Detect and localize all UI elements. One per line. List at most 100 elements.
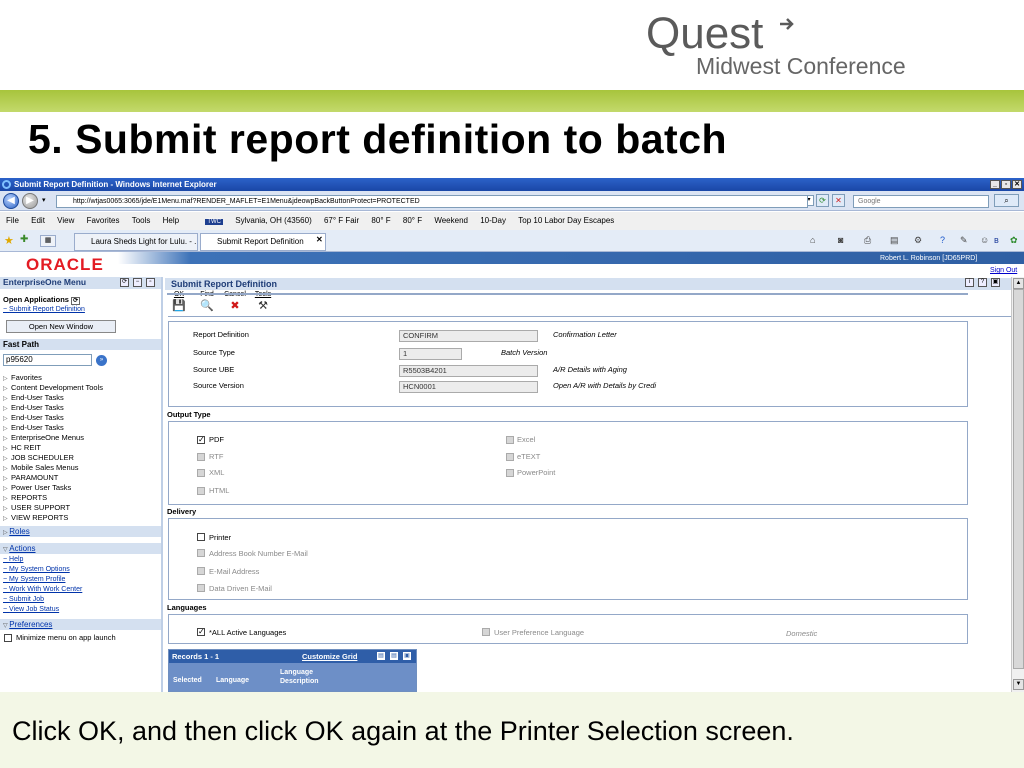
tree-item-paramount[interactable]: ▷ PARAMOUNT <box>3 473 58 482</box>
extension-icon[interactable]: ✿ <box>1010 235 1018 246</box>
grid-col-language-description[interactable]: Language Description <box>280 668 340 686</box>
actions-header[interactable]: ▽ Actions <box>0 543 161 554</box>
back-icon[interactable]: ◀ <box>3 193 19 209</box>
research-icon[interactable]: ✎ <box>960 235 968 246</box>
menu-edit[interactable]: Edit <box>31 216 45 225</box>
oracle-logo: ORACLE <box>26 255 104 274</box>
browser-menu-bar: File Edit View Favorites Tools Help TWC … <box>0 212 1024 230</box>
messenger-icon[interactable]: ☺ <box>980 235 989 245</box>
quick-tabs-icon[interactable]: ▦ <box>40 235 56 247</box>
languages-grid: Records 1 - 1 Customize Grid ▤ ▤ ▣ Selec… <box>168 649 417 692</box>
customize-grid-link[interactable]: Customize Grid <box>302 650 357 663</box>
stop-icon[interactable]: ✕ <box>832 194 845 207</box>
source-ube-field[interactable]: R5503B4201 <box>399 365 538 377</box>
link-weekend[interactable]: Weekend <box>434 216 468 225</box>
grid-col-language[interactable]: Language <box>216 677 249 684</box>
tree-item-end-user-tasks[interactable]: ▷ End-User Tasks <box>3 413 64 422</box>
link-high-temp[interactable]: 80° F <box>371 216 390 225</box>
search-icon[interactable]: ⌕ <box>994 194 1019 207</box>
tree-item-mobile-sales-menus[interactable]: ▷ Mobile Sales Menus <box>3 463 79 472</box>
info-icon[interactable]: i <box>965 278 974 287</box>
form-help-icon[interactable]: ? <box>978 278 987 287</box>
tree-item-user-support[interactable]: ▷ USER SUPPORT <box>3 503 70 512</box>
restore-menu-icon[interactable]: ▫ <box>146 278 155 287</box>
tree-item-job-scheduler[interactable]: ▷ JOB SCHEDULER <box>3 453 74 462</box>
menu-file[interactable]: File <box>6 216 19 225</box>
link-location[interactable]: Sylvania, OH (43560) <box>235 216 311 225</box>
grid-col-selected[interactable]: Selected <box>173 677 202 684</box>
action-work-with-work-center-link[interactable]: − Work With Work Center <box>3 586 82 593</box>
home-icon[interactable]: ⌂ <box>810 235 815 245</box>
menu-view[interactable]: View <box>57 216 74 225</box>
source-version-field[interactable]: HCN0001 <box>399 381 538 393</box>
tree-item-view-reports[interactable]: ▷ VIEW REPORTS <box>3 513 68 522</box>
open-app-submit-report-definition[interactable]: − Submit Report Definition <box>3 306 85 313</box>
favorites-star-icon[interactable]: ★ <box>4 234 14 247</box>
grid-maximize-icon[interactable]: ▣ <box>403 652 411 660</box>
maximize-button[interactable]: ▫ <box>1001 180 1011 189</box>
action-submit-job-link[interactable]: − Submit Job <box>3 596 44 603</box>
refresh-menu-icon[interactable]: ⟳ <box>120 278 129 287</box>
search-input[interactable]: Google <box>853 195 989 208</box>
tree-item-enterpriseone-menus[interactable]: ▷ EnterpriseOne Menus <box>3 433 84 442</box>
grid-export-icon[interactable]: ▤ <box>377 652 385 660</box>
sign-out-link[interactable]: Sign Out <box>990 267 1017 274</box>
tree-item-end-user-tasks[interactable]: ▷ End-User Tasks <box>3 423 64 432</box>
menu-favorites[interactable]: Favorites <box>87 216 120 225</box>
action-help-link[interactable]: − Help <box>3 556 23 563</box>
tree-item-power-user-tasks[interactable]: ▷ Power User Tasks <box>3 483 71 492</box>
pdf-checkbox[interactable]: ✓ <box>197 436 205 444</box>
menu-help[interactable]: Help <box>163 216 179 225</box>
source-type-field[interactable]: 1 <box>399 348 462 360</box>
printer-checkbox[interactable] <box>197 533 205 541</box>
link-labor-day[interactable]: Top 10 Labor Day Escapes <box>518 216 614 225</box>
action-view-job-status-link[interactable]: − View Job Status <box>3 606 59 613</box>
minimize-button[interactable]: _ <box>990 180 1000 189</box>
collapse-menu-icon[interactable]: − <box>133 278 142 287</box>
feeds-icon[interactable]: ◙ <box>838 235 843 245</box>
print-icon[interactable]: ⎙ <box>864 235 871 246</box>
tab-laura[interactable]: Laura Sheds Light for Lulu. - ... <box>74 233 198 251</box>
tree-item-hc-reit[interactable]: ▷ HC REIT <box>3 443 41 452</box>
page-icon[interactable]: ▤ <box>890 235 899 246</box>
report-info-panel: Report Definition CONFIRM Confirmation L… <box>168 321 968 407</box>
menu-tools[interactable]: Tools <box>132 216 151 225</box>
scroll-up-icon[interactable]: ▲ <box>1013 278 1024 289</box>
action-my-system-options-link[interactable]: − My System Options <box>3 566 70 573</box>
link-current-temp[interactable]: 67° F Fair <box>324 216 359 225</box>
action-my-system-profile-link[interactable]: − My System Profile <box>3 576 65 583</box>
help-icon[interactable]: ? <box>940 235 945 245</box>
slide-caption: Click OK, and then click OK again at the… <box>12 716 794 746</box>
close-button[interactable]: ✕ <box>1012 180 1022 189</box>
scroll-thumb[interactable] <box>1013 289 1024 669</box>
personalize-icon[interactable]: ▣ <box>991 278 1000 287</box>
link-low-temp[interactable]: 80° F <box>403 216 422 225</box>
roles-header[interactable]: ▷ Roles <box>0 526 161 537</box>
tree-item-end-user-tasks[interactable]: ▷ End-User Tasks <box>3 393 64 402</box>
report-definition-field[interactable]: CONFIRM <box>399 330 538 342</box>
history-dropdown-icon[interactable]: ▾ <box>42 196 46 204</box>
open-new-window-button[interactable]: Open New Window <box>6 320 116 333</box>
tree-item-end-user-tasks[interactable]: ▷ End-User Tasks <box>3 403 64 412</box>
tree-item-favorites[interactable]: ▷ Favorites <box>3 373 42 382</box>
link-10-day[interactable]: 10-Day <box>480 216 506 225</box>
safety-icon[interactable]: ⚙ <box>914 235 922 246</box>
tree-item-content-development-tools[interactable]: ▷ Content Development Tools <box>3 383 103 392</box>
scroll-down-icon[interactable]: ▼ <box>1013 679 1024 690</box>
fast-path-go-icon[interactable]: » <box>96 355 107 366</box>
bluetooth-icon[interactable]: ʙ <box>994 235 999 245</box>
close-tab-icon[interactable]: ✕ <box>316 235 323 244</box>
tree-item-reports[interactable]: ▷ REPORTS <box>3 493 47 502</box>
tab-submit-report-definition[interactable]: Submit Report Definition <box>200 233 326 251</box>
minimize-menu-checkbox[interactable] <box>4 634 12 642</box>
vertical-scrollbar[interactable]: ▲ ▼ <box>1011 277 1024 692</box>
user-preference-language-checkbox <box>482 628 490 636</box>
add-favorite-icon[interactable]: ✚ <box>20 234 28 245</box>
url-field[interactable]: http://wtjas0065:3065/jde/E1Menu.maf?REN… <box>56 195 808 208</box>
fast-path-input[interactable]: p95620 <box>3 354 92 366</box>
forward-icon[interactable]: ▶ <box>22 193 38 209</box>
all-active-languages-checkbox[interactable]: ✓ <box>197 628 205 636</box>
refresh-icon[interactable]: ⟳ <box>816 194 829 207</box>
preferences-header[interactable]: ▽ Preferences <box>0 619 161 630</box>
grid-import-icon[interactable]: ▤ <box>390 652 398 660</box>
